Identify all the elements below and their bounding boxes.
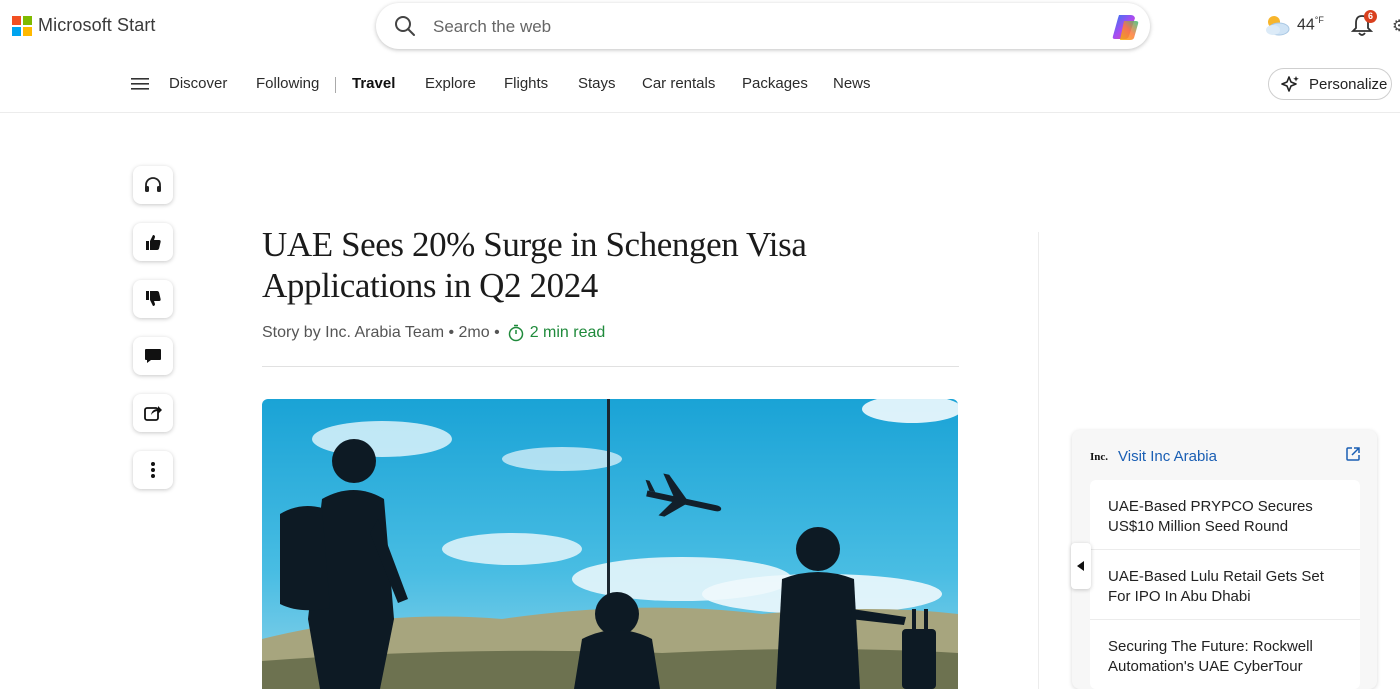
list-item[interactable]: Securing The Future: Rockwell Automation… <box>1090 620 1360 689</box>
weather-temperature: 44°F <box>1297 15 1324 34</box>
column-divider <box>1038 232 1039 689</box>
like-button[interactable] <box>133 223 173 261</box>
thumbs-up-icon <box>146 235 161 250</box>
source-card: Inc. Visit Inc Arabia UAE-Based PRYPCO S… <box>1072 430 1377 689</box>
personalize-button[interactable]: Personalize <box>1268 68 1392 100</box>
comments-button[interactable] <box>133 337 173 375</box>
nav-item-news[interactable]: News <box>833 75 871 92</box>
visit-source-link[interactable]: Visit Inc Arabia <box>1118 448 1217 465</box>
more-options-button[interactable] <box>133 451 173 489</box>
notification-count-badge: 6 <box>1364 10 1377 23</box>
thumbs-down-icon <box>146 291 161 306</box>
category-nav: Discover Following Travel Explore Flight… <box>0 52 1400 113</box>
brand-name: Microsoft Start <box>38 15 156 35</box>
brand-logo-link[interactable]: Microsoft Start <box>12 15 156 36</box>
search-input[interactable] <box>431 13 1075 41</box>
headphones-icon <box>145 177 161 192</box>
read-time: 2 min read <box>508 324 606 342</box>
nav-item-explore[interactable]: Explore <box>425 75 476 92</box>
comment-icon <box>145 349 161 363</box>
article-headline: UAE Sees 20% Surge in Schengen Visa Appl… <box>262 225 807 305</box>
share-button[interactable] <box>133 394 173 432</box>
listen-button[interactable] <box>133 166 173 204</box>
nav-item-discover[interactable]: Discover <box>169 75 227 92</box>
read-time-label: 2 min read <box>529 324 606 341</box>
nav-divider <box>335 77 336 93</box>
partly-cloudy-icon <box>1266 16 1290 36</box>
more-icon <box>151 462 155 478</box>
list-item[interactable]: UAE-Based PRYPCO Secures US$10 Million S… <box>1090 480 1360 550</box>
personalize-label: Personalize <box>1309 75 1388 93</box>
dislike-button[interactable] <box>133 280 173 318</box>
hamburger-menu-icon[interactable] <box>131 77 149 91</box>
sparkle-star-icon <box>1281 76 1299 92</box>
top-bar: Microsoft Start 44°F <box>0 0 1400 52</box>
airport-silhouette-image <box>262 399 958 689</box>
nav-item-flights[interactable]: Flights <box>504 75 548 92</box>
timer-icon <box>508 324 523 342</box>
microsoft-logo-icon <box>12 15 32 36</box>
caret-left-icon <box>1077 561 1084 571</box>
settings-icon[interactable]: ⚙ <box>1392 16 1400 36</box>
nav-item-stays[interactable]: Stays <box>578 75 616 92</box>
external-link-icon[interactable] <box>1345 446 1361 462</box>
list-item[interactable]: UAE-Based Lulu Retail Gets Set For IPO I… <box>1090 550 1360 620</box>
source-header: Inc. Visit Inc Arabia <box>1090 448 1217 465</box>
share-icon <box>144 406 162 421</box>
weather-widget[interactable]: 44°F <box>1263 13 1324 37</box>
search-box[interactable] <box>376 3 1150 49</box>
collapse-panel-button[interactable] <box>1071 543 1091 589</box>
nav-item-packages[interactable]: Packages <box>742 75 808 92</box>
article-hero-image <box>262 399 958 689</box>
nav-item-travel[interactable]: Travel <box>352 75 395 92</box>
nav-item-car-rentals[interactable]: Car rentals <box>642 75 715 92</box>
inc-arabia-logo: Inc. <box>1090 450 1109 463</box>
search-icon <box>395 16 415 36</box>
related-stories-list: UAE-Based PRYPCO Secures US$10 Million S… <box>1090 480 1360 689</box>
copilot-icon[interactable] <box>1110 11 1142 43</box>
nav-item-following[interactable]: Following <box>256 75 319 92</box>
byline-text: Story by Inc. Arabia Team • 2mo • <box>262 324 500 341</box>
byline-divider <box>262 366 959 367</box>
article-byline: Story by Inc. Arabia Team • 2mo • 2 min … <box>262 324 605 342</box>
